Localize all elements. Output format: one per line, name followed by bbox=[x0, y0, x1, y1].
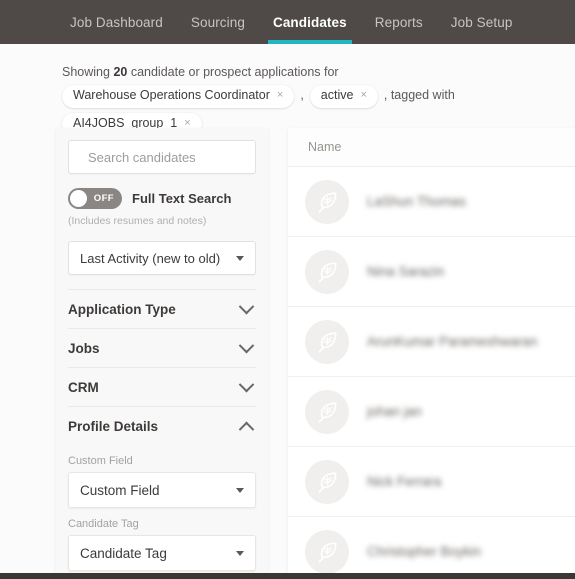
full-text-search-toggle[interactable]: OFF bbox=[68, 188, 122, 209]
accordion-label: Application Type bbox=[68, 301, 176, 317]
leaf-icon bbox=[318, 332, 337, 353]
filter-chip-job-label: Warehouse Operations Coordinator bbox=[73, 87, 270, 102]
filter-chip-status[interactable]: active × bbox=[309, 84, 378, 108]
table-row[interactable]: johan jan bbox=[288, 377, 575, 447]
candidate-tag-value: Candidate Tag bbox=[80, 545, 167, 561]
result-count: 20 bbox=[113, 65, 128, 79]
accordion-application-type[interactable]: Application Type bbox=[68, 289, 256, 328]
showing-middle: candidate or prospect applications for bbox=[130, 65, 339, 79]
filters-sidebar: OFF Full Text Search (Includes resumes a… bbox=[56, 128, 268, 573]
nav-item-job-dashboard[interactable]: Job Dashboard bbox=[56, 0, 177, 44]
candidate-name: johan jan bbox=[367, 404, 422, 419]
remove-icon[interactable]: × bbox=[360, 90, 366, 101]
leaf-icon bbox=[318, 402, 337, 423]
showing-prefix: Showing 20 candidate or prospect applica… bbox=[62, 65, 339, 80]
nav-item-label: Reports bbox=[374, 14, 423, 30]
full-text-search-row: OFF Full Text Search bbox=[68, 188, 256, 209]
candidate-tag-group: Candidate Tag Candidate Tag bbox=[68, 518, 256, 571]
leaf-icon bbox=[318, 192, 337, 213]
nav-item-label: Candidates bbox=[272, 14, 347, 30]
nav-item-sourcing[interactable]: Sourcing bbox=[177, 0, 259, 44]
filter-chip-status-label: active bbox=[320, 87, 354, 102]
accordion-label: CRM bbox=[68, 379, 99, 395]
table-row[interactable]: Nina Sarazin bbox=[288, 237, 575, 307]
candidate-tag-label: Candidate Tag bbox=[68, 518, 139, 530]
chevron-down-icon bbox=[236, 550, 244, 556]
candidate-name: Christopher Boykin bbox=[367, 544, 482, 559]
nav-item-candidates[interactable]: Candidates bbox=[259, 0, 361, 44]
toggle-state-label: OFF bbox=[93, 193, 114, 204]
search-input[interactable] bbox=[86, 148, 266, 166]
full-text-search-hint: (Includes resumes and notes) bbox=[68, 215, 207, 227]
sort-order-select[interactable]: Last Activity (new to old) bbox=[68, 241, 256, 275]
filter-separator: , bbox=[300, 88, 304, 103]
table-row[interactable]: ArunKumar Parameshwaran bbox=[288, 307, 575, 377]
main-navigation: Job Dashboard Sourcing Candidates Report… bbox=[0, 0, 575, 44]
avatar bbox=[305, 249, 349, 294]
custom-field-value: Custom Field bbox=[80, 482, 160, 498]
filter-chip-job[interactable]: Warehouse Operations Coordinator × bbox=[62, 84, 295, 108]
table-row[interactable]: LaShun Thomas bbox=[288, 167, 575, 237]
avatar bbox=[305, 389, 349, 434]
table-row[interactable]: Nick Ferrara bbox=[288, 447, 575, 517]
chevron-down-icon bbox=[238, 298, 255, 314]
candidate-name: Nick Ferrara bbox=[367, 474, 442, 489]
nav-item-label: Job Dashboard bbox=[70, 14, 163, 30]
nav-item-job-setup[interactable]: Job Setup bbox=[437, 0, 527, 44]
avatar bbox=[305, 319, 349, 364]
candidate-name: LaShun Thomas bbox=[367, 194, 466, 209]
toggle-knob bbox=[70, 190, 87, 207]
candidate-tag-select[interactable]: Candidate Tag bbox=[68, 535, 256, 571]
remove-icon[interactable]: × bbox=[277, 90, 283, 101]
leaf-icon bbox=[318, 542, 337, 563]
candidates-page: Job Dashboard Sourcing Candidates Report… bbox=[0, 0, 575, 579]
tagged-with-text: , tagged with bbox=[383, 88, 455, 103]
avatar bbox=[305, 179, 349, 224]
chevron-down-icon bbox=[238, 376, 255, 392]
accordion-label: Profile Details bbox=[68, 418, 159, 434]
candidate-name: ArunKumar Parameshwaran bbox=[367, 334, 538, 349]
leaf-icon bbox=[318, 472, 337, 493]
custom-field-label: Custom Field bbox=[68, 455, 133, 467]
nav-item-reports[interactable]: Reports bbox=[361, 0, 437, 44]
chevron-down-icon bbox=[236, 255, 244, 261]
filters-accordion: Application Type Jobs CRM Profile Detail… bbox=[68, 289, 256, 445]
accordion-jobs[interactable]: Jobs bbox=[68, 328, 256, 367]
sort-order-value: Last Activity (new to old) bbox=[80, 250, 221, 266]
results-table-header: Name bbox=[288, 128, 575, 167]
showing-word: Showing bbox=[62, 65, 110, 79]
full-text-search-label: Full Text Search bbox=[132, 191, 232, 206]
avatar bbox=[305, 459, 349, 504]
table-row[interactable]: Christopher Boykin bbox=[288, 517, 575, 573]
candidate-name: Nina Sarazin bbox=[367, 264, 445, 279]
accordion-label: Jobs bbox=[68, 340, 100, 356]
bottom-edge-bar bbox=[0, 573, 575, 579]
custom-field-group: Custom Field Custom Field bbox=[68, 455, 256, 508]
search-candidates-box[interactable] bbox=[68, 140, 266, 174]
avatar bbox=[305, 529, 349, 573]
column-header-name: Name bbox=[308, 140, 342, 154]
accordion-profile-details[interactable]: Profile Details bbox=[68, 406, 256, 445]
leaf-icon bbox=[318, 262, 337, 283]
chevron-down-icon bbox=[238, 337, 255, 353]
nav-item-label: Sourcing bbox=[190, 14, 245, 30]
custom-field-select[interactable]: Custom Field bbox=[68, 472, 256, 508]
candidate-results-panel: Name LaShun Thomas Nina Sarazin ArunKuma… bbox=[288, 128, 575, 573]
accordion-crm[interactable]: CRM bbox=[68, 367, 256, 406]
chevron-up-icon bbox=[238, 421, 255, 437]
chevron-down-icon bbox=[236, 487, 244, 493]
nav-item-label: Job Setup bbox=[450, 14, 513, 30]
